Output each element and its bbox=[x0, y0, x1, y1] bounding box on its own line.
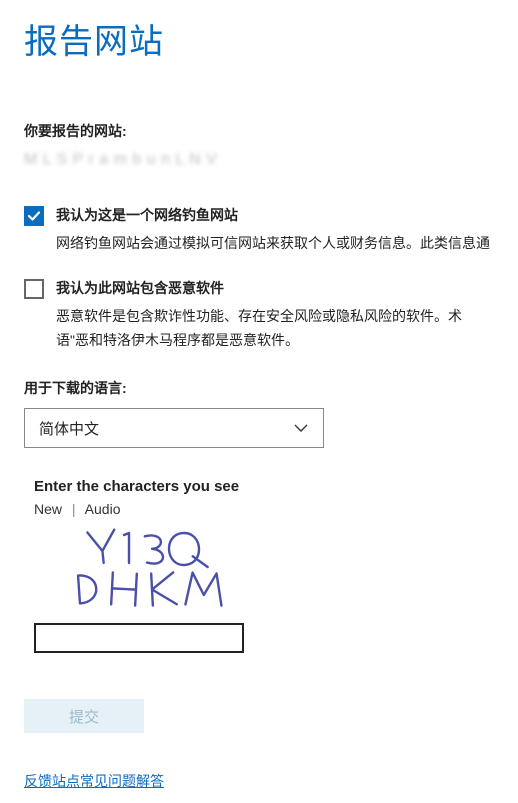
report-page: 报告网站 你要报告的网站: M L S P r a m b u n L N V … bbox=[0, 0, 518, 791]
captcha-section: Enter the characters you see New | Audio bbox=[34, 478, 494, 653]
captcha-input[interactable] bbox=[34, 623, 244, 653]
language-label: 用于下载的语言: bbox=[24, 378, 494, 398]
separator: | bbox=[72, 501, 76, 517]
chevron-down-icon bbox=[293, 420, 309, 436]
captcha-new-link[interactable]: New bbox=[34, 501, 62, 517]
captcha-image bbox=[34, 523, 244, 609]
malware-description: 恶意软件是包含欺诈性功能、存在安全风险或隐私风险的软件。术语"恶和特洛伊木马程序… bbox=[56, 305, 494, 353]
url-section-label: 你要报告的网站: bbox=[24, 121, 494, 141]
phishing-label: 我认为这是一个网络钓鱼网站 bbox=[56, 205, 238, 225]
submit-button[interactable]: 提交 bbox=[24, 699, 144, 733]
captcha-controls: New | Audio bbox=[34, 501, 494, 517]
malware-checkbox[interactable] bbox=[24, 279, 44, 299]
reported-url: M L S P r a m b u n L N V bbox=[24, 151, 494, 169]
language-selected: 简体中文 bbox=[39, 418, 99, 439]
page-title: 报告网站 bbox=[24, 14, 494, 63]
malware-label: 我认为此网站包含恶意软件 bbox=[56, 278, 224, 298]
phishing-description: 网络钓鱼网站会通过模拟可信网站来获取个人或财务信息。此类信息通 bbox=[56, 232, 494, 256]
check-icon bbox=[27, 209, 41, 223]
language-dropdown[interactable]: 简体中文 bbox=[24, 408, 324, 448]
captcha-title: Enter the characters you see bbox=[34, 478, 494, 495]
phishing-checkbox-row: 我认为这是一个网络钓鱼网站 bbox=[24, 205, 494, 226]
malware-checkbox-row: 我认为此网站包含恶意软件 bbox=[24, 278, 494, 299]
phishing-checkbox[interactable] bbox=[24, 206, 44, 226]
faq-link[interactable]: 反馈站点常见问题解答 bbox=[24, 771, 164, 791]
captcha-audio-link[interactable]: Audio bbox=[85, 501, 121, 517]
